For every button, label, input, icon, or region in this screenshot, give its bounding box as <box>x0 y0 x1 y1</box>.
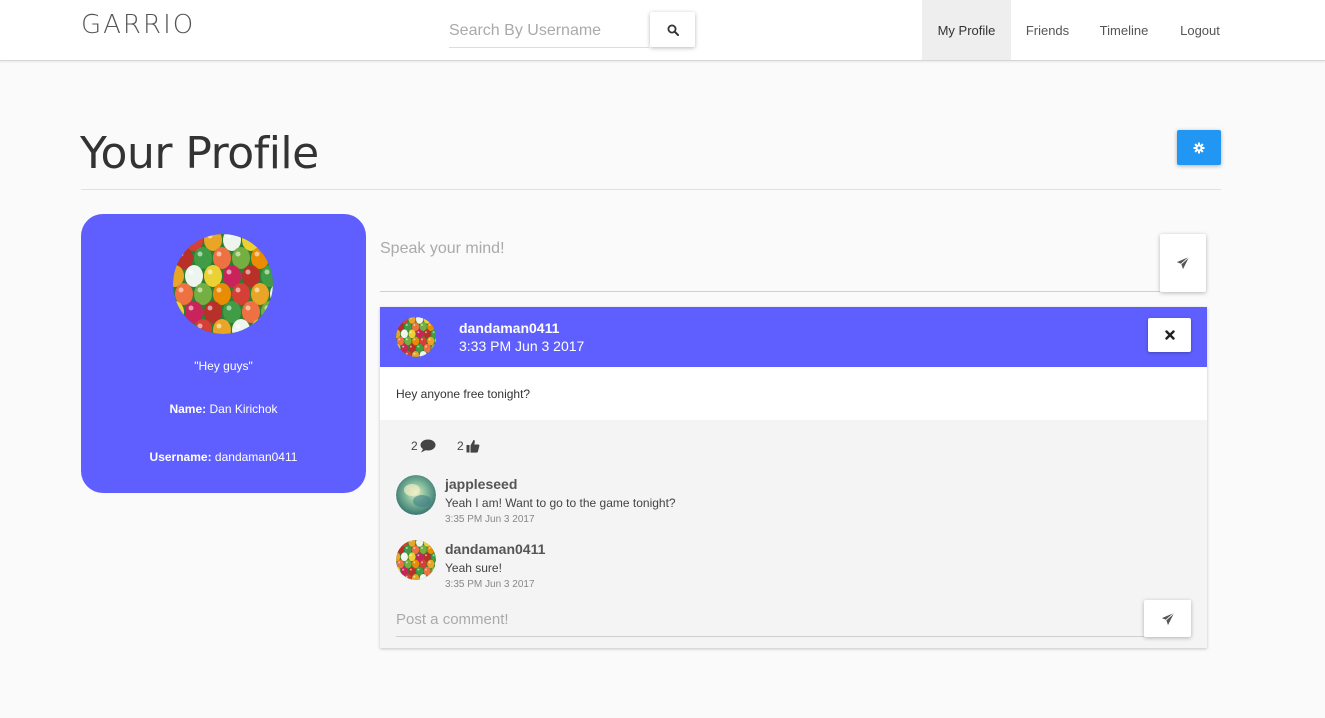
delete-post-button[interactable] <box>1148 318 1191 352</box>
comment-send-button[interactable] <box>1144 600 1191 637</box>
profile-username-label: Username: <box>149 450 212 464</box>
profile-quote: "Hey guys" <box>194 359 253 373</box>
brand-logo[interactable]: GARRIO <box>81 10 195 40</box>
profile-card: "Hey guys" Name: Dan Kirichok Username: … <box>81 214 366 493</box>
comment-text: Yeah sure! <box>445 561 502 575</box>
like-button[interactable]: 2 <box>457 439 480 453</box>
comment-timestamp: 3:35 PM Jun 3 2017 <box>445 579 535 590</box>
post-timestamp: 3:33 PM Jun 3 2017 <box>459 338 585 354</box>
comment-author[interactable]: dandaman0411 <box>445 541 545 557</box>
search-button[interactable] <box>650 12 695 47</box>
comment-timestamp: 3:35 PM Jun 3 2017 <box>445 514 535 525</box>
post-body: Hey anyone free tonight? <box>380 367 1207 420</box>
settings-button[interactable] <box>1177 130 1221 165</box>
search-icon <box>667 24 679 36</box>
post-card: dandaman0411 3:33 PM Jun 3 2017 Hey anyo… <box>380 307 1207 648</box>
profile-avatar <box>173 234 273 334</box>
post-author-avatar[interactable] <box>396 317 436 357</box>
page-title: Your Profile <box>80 128 319 179</box>
gear-icon <box>1193 142 1205 153</box>
status-input[interactable] <box>380 232 1160 292</box>
nav-my-profile[interactable]: My Profile <box>922 0 1011 60</box>
post-header: dandaman0411 3:33 PM Jun 3 2017 <box>380 307 1207 367</box>
comment-count-value: 2 <box>411 439 418 453</box>
profile-name-label: Name: <box>169 402 207 416</box>
search-input[interactable] <box>449 14 649 48</box>
status-send-button[interactable] <box>1160 234 1206 292</box>
nav-friends[interactable]: Friends <box>1011 0 1084 60</box>
nav-logout[interactable]: Logout <box>1164 0 1236 60</box>
post-author[interactable]: dandaman0411 <box>459 320 559 336</box>
comment-input[interactable] <box>396 603 1144 637</box>
comment-avatar[interactable] <box>396 475 436 515</box>
profile-username: dandaman0411 <box>214 450 298 464</box>
comment-item: dandaman0411 Yeah sure! 3:35 PM Jun 3 20… <box>396 540 1176 600</box>
title-divider <box>81 189 1221 190</box>
comment-author[interactable]: jappleseed <box>445 476 517 492</box>
profile-name: Dan Kirichok <box>209 402 278 416</box>
comment-avatar[interactable] <box>396 540 436 580</box>
navbar: GARRIO My Profile Friends Timeline Logou… <box>0 0 1325 61</box>
paper-plane-icon <box>1176 256 1190 270</box>
post-text: Hey anyone free tonight? <box>396 387 531 401</box>
profile-name-row: Name: Dan Kirichok <box>81 402 366 416</box>
like-count-value: 2 <box>457 439 464 453</box>
comment-text: Yeah I am! Want to go to the game tonigh… <box>445 496 676 510</box>
nav-timeline[interactable]: Timeline <box>1084 0 1164 60</box>
close-icon <box>1164 330 1175 340</box>
thumbs-up-icon <box>466 439 480 453</box>
profile-username-row: Username: dandaman0411 <box>81 450 366 464</box>
paper-plane-icon <box>1161 612 1174 625</box>
comment-count[interactable]: 2 <box>411 439 436 453</box>
speech-bubble-icon <box>420 439 436 453</box>
comment-item: jappleseed Yeah I am! Want to go to the … <box>396 475 1176 535</box>
